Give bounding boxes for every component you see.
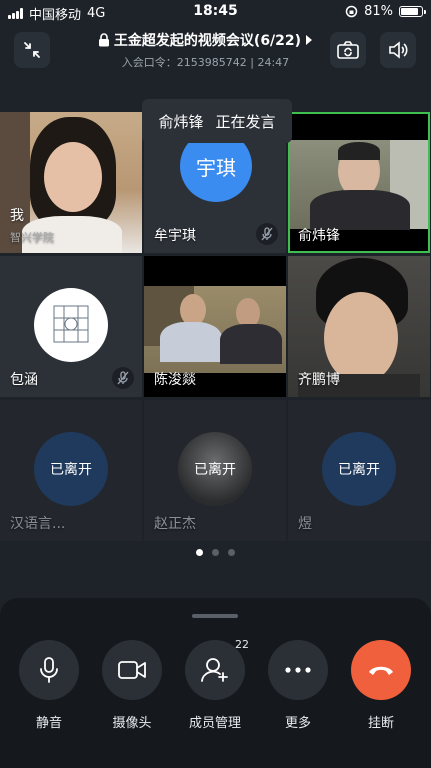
hangup-control[interactable]: 挂断 [340,640,422,731]
participant-tile-active-speaker[interactable]: 俞炜锋 [288,112,430,253]
members-label: 成员管理 [188,716,241,731]
hangup-icon [369,666,393,675]
rotation-lock-icon [345,5,358,18]
drag-handle[interactable] [192,614,238,618]
members-control[interactable]: 22 成员管理 [174,638,256,731]
status-bar: 中国移动 4G 18:45 81% [0,0,431,24]
avatar [34,288,108,362]
left-status: 已离开 [178,432,252,506]
participant-tile[interactable]: 齐鹏博 [288,256,430,397]
page-dot[interactable] [196,549,203,556]
participant-name: 包涵 [10,372,38,388]
participant-subtitle: 智兴学院 [10,231,54,244]
control-panel: 静音 摄像头 22 成员管理 更多 挂断 [0,598,431,768]
left-status: 已离开 [322,432,396,506]
lock-icon [98,33,109,47]
battery-percent: 81% [364,4,393,19]
participant-name: 齐鹏博 [298,372,340,388]
speaker-icon [389,41,408,59]
left-status: 已离开 [34,432,108,506]
speaking-indicator: 俞炜锋 正在发言 [142,99,292,143]
more-button[interactable] [268,640,328,700]
participant-tile-left[interactable]: 已离开 煜 [288,400,430,541]
meeting-header: 王金超发起的视频会议(6/22) 入会口令：2153985742 | 24:47 [0,24,431,80]
caret-right-icon [306,35,313,45]
camera-icon [118,661,146,679]
switch-camera-icon [337,41,359,59]
participant-name: 煜 [298,516,312,532]
page-dot[interactable] [228,549,235,556]
participant-name: 陈浚燚 [154,372,196,388]
hangup-button[interactable] [351,640,411,700]
meeting-passcode: 入会口令：2153985742 | 24:47 [121,56,290,69]
battery-icon [399,6,426,17]
page-dot[interactable] [212,549,219,556]
more-icon [285,667,311,673]
mute-control[interactable]: 静音 [8,640,90,731]
camera-button[interactable] [102,640,162,700]
participant-tile[interactable]: 陈浚燚 [144,256,286,397]
participant-tile-self[interactable]: 我 智兴学院 [0,112,142,253]
participant-name: 牟宇琪 [154,228,196,244]
meeting-title: 王金超发起的视频会议(6/22) [113,33,302,49]
speaking-status: 正在发言 [215,112,276,131]
participant-name: 汉语言... [10,516,66,532]
participant-name: 俞炜锋 [298,228,340,244]
more-control[interactable]: 更多 [257,640,339,731]
speaker-name: 俞炜锋 [158,112,204,131]
more-label: 更多 [284,716,311,731]
member-count-badge: 22 [235,638,249,651]
mute-button[interactable] [19,640,79,700]
mic-muted-icon [261,227,273,241]
participant-name: 赵正杰 [154,516,196,532]
participant-tile-left[interactable]: 已离开 赵正杰 [144,400,286,541]
meeting-title-block[interactable]: 王金超发起的视频会议(6/22) 入会口令：2153985742 | 24:47 [70,30,341,70]
add-member-icon [201,658,228,682]
microphone-icon [40,657,58,683]
shrink-icon [24,42,40,58]
participant-name: 我 [10,208,24,224]
page-indicator[interactable] [0,549,431,556]
members-button[interactable]: 22 [185,638,249,700]
participant-tile[interactable]: 包涵 [0,256,142,397]
mic-muted-indicator [112,367,134,389]
mic-muted-icon [117,371,129,385]
switch-camera-button[interactable] [330,32,366,68]
participant-tile-left[interactable]: 已离开 汉语言... [0,400,142,541]
mic-muted-indicator [256,223,278,245]
speaker-button[interactable] [380,32,416,68]
camera-control[interactable]: 摄像头 [91,640,173,731]
camera-label: 摄像头 [112,716,152,731]
mute-label: 静音 [35,716,62,731]
minimize-button[interactable] [14,32,50,68]
hangup-label: 挂断 [367,716,394,731]
